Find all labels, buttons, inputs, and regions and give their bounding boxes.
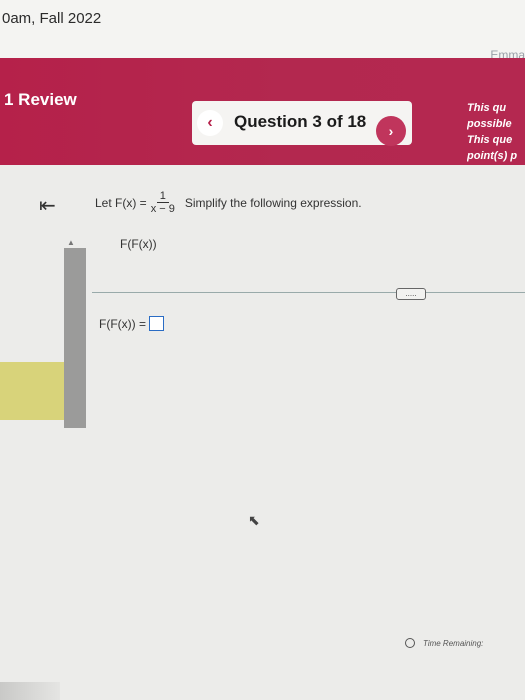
answer-row: F(F(x)) = <box>99 316 164 331</box>
question-info-panel: This qu possible This que point(s) p <box>467 100 525 164</box>
timer-label: Time Remaining: <box>423 638 484 648</box>
answer-input[interactable] <box>149 316 164 331</box>
question-prompt: Let F(x) = 1 x − 9 Simplify the followin… <box>95 190 362 215</box>
fraction-numerator: 1 <box>156 190 169 203</box>
info-line: point(s) p <box>467 150 518 162</box>
scroll-up-arrow-icon[interactable]: ▲ <box>67 238 75 247</box>
info-line: This qu <box>467 102 507 114</box>
prompt-prefix: Let F(x) = <box>95 195 147 210</box>
info-line: This que <box>467 134 513 146</box>
next-question-button[interactable]: › <box>376 116 406 146</box>
divider <box>92 292 525 293</box>
scrollbar[interactable] <box>64 248 86 428</box>
mouse-pointer-icon: ⬉ <box>248 512 260 528</box>
answer-label: F(F(x)) = <box>99 316 146 331</box>
content-area <box>0 165 525 700</box>
bottom-bar <box>0 682 60 700</box>
info-line: possible <box>467 118 512 130</box>
instruction-text: Simplify the following expression. <box>184 195 362 210</box>
clock-icon <box>405 638 415 648</box>
highlight-tab <box>0 362 64 420</box>
expression: F(F(x)) <box>120 237 157 251</box>
review-label[interactable]: 1 Review <box>4 90 77 110</box>
collapse-left-icon[interactable]: ⇤ <box>39 193 56 218</box>
previous-question-button[interactable]: ‹ <box>197 110 223 136</box>
question-counter: Question 3 of 18 <box>234 112 367 131</box>
time-remaining: Time Remaining: <box>405 638 483 648</box>
top-strip <box>0 0 525 60</box>
fraction-denominator: x − 9 <box>150 203 175 215</box>
fraction: 1 x − 9 <box>151 190 175 215</box>
course-title: 0am, Fall 2022 <box>2 10 102 27</box>
expand-more-button[interactable]: ..... <box>396 288 426 300</box>
